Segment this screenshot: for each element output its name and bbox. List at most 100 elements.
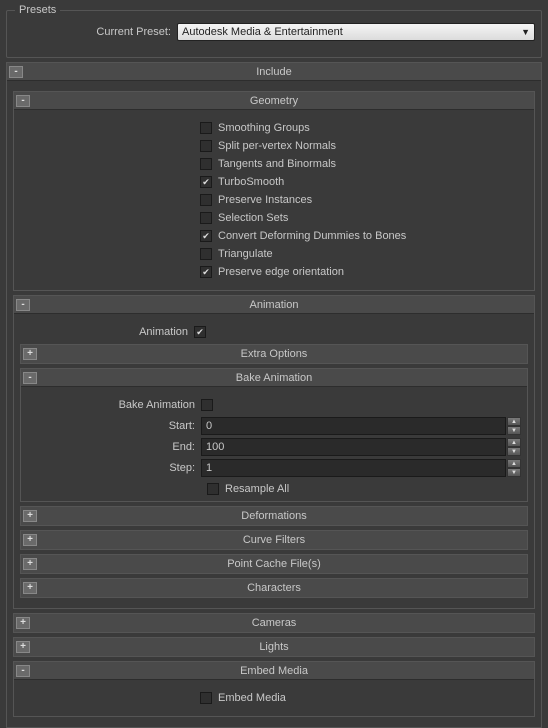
geometry-option-label: Split per-vertex Normals [212, 140, 336, 152]
geometry-option-row: Smoothing Groups [20, 122, 528, 134]
geometry-checkbox[interactable] [200, 122, 212, 134]
step-input[interactable]: 1 [201, 459, 506, 477]
geometry-option-label: Convert Deforming Dummies to Bones [212, 230, 406, 242]
embed-media-title: Embed Media [14, 665, 534, 677]
include-title: Include [7, 66, 541, 78]
geometry-option-label: Tangents and Binormals [212, 158, 336, 170]
geometry-checkbox[interactable] [200, 140, 212, 152]
collapse-toggle[interactable]: - [16, 665, 30, 677]
animation-checkbox-label: Animation [20, 326, 194, 338]
point-cache-rollout: + Point Cache File(s) [20, 554, 528, 574]
include-header[interactable]: - Include [7, 63, 541, 81]
geometry-header[interactable]: - Geometry [14, 92, 534, 110]
expand-toggle[interactable]: + [23, 558, 37, 570]
spinner-down-icon[interactable]: ▼ [507, 426, 521, 435]
cameras-header[interactable]: + Cameras [14, 614, 534, 632]
animation-header[interactable]: - Animation [14, 296, 534, 314]
geometry-option-row: Preserve Instances [20, 194, 528, 206]
embed-media-label: Embed Media [212, 692, 286, 704]
geometry-option-label: Selection Sets [212, 212, 288, 224]
presets-legend: Presets [15, 4, 60, 16]
geometry-option-label: Preserve edge orientation [212, 266, 344, 278]
curve-filters-header[interactable]: + Curve Filters [21, 531, 527, 549]
extra-options-title: Extra Options [21, 348, 527, 360]
geometry-option-row: Triangulate [20, 248, 528, 260]
spinner-up-icon[interactable]: ▲ [507, 417, 521, 426]
extra-options-header[interactable]: + Extra Options [21, 345, 527, 363]
spinner-down-icon[interactable]: ▼ [507, 447, 521, 456]
point-cache-title: Point Cache File(s) [21, 558, 527, 570]
geometry-checkbox[interactable] [200, 212, 212, 224]
lights-header[interactable]: + Lights [14, 638, 534, 656]
resample-all-label: Resample All [219, 483, 289, 495]
geometry-checkbox[interactable] [200, 266, 212, 278]
current-preset-dropdown[interactable]: Autodesk Media & Entertainment ▼ [177, 23, 535, 41]
extra-options-rollout: + Extra Options [20, 344, 528, 364]
geometry-option-row: Convert Deforming Dummies to Bones [20, 230, 528, 242]
animation-rollout: - Animation Animation + Extra Options [13, 295, 535, 609]
characters-title: Characters [21, 582, 527, 594]
cameras-title: Cameras [14, 617, 534, 629]
end-input[interactable]: 100 [201, 438, 506, 456]
collapse-toggle[interactable]: - [9, 66, 23, 78]
chevron-down-icon: ▼ [521, 27, 530, 37]
presets-fieldset: Presets Current Preset: Autodesk Media &… [6, 10, 542, 58]
embed-media-rollout: - Embed Media Embed Media [13, 661, 535, 717]
geometry-checkbox[interactable] [200, 194, 212, 206]
bake-animation-header[interactable]: - Bake Animation [21, 369, 527, 387]
bake-animation-rollout: - Bake Animation Bake Animation Start: 0 [20, 368, 528, 502]
animation-title: Animation [14, 299, 534, 311]
geometry-option-label: TurboSmooth [212, 176, 284, 188]
expand-toggle[interactable]: + [16, 617, 30, 629]
geometry-option-row: Preserve edge orientation [20, 266, 528, 278]
characters-header[interactable]: + Characters [21, 579, 527, 597]
bake-animation-title: Bake Animation [21, 372, 527, 384]
expand-toggle[interactable]: + [23, 510, 37, 522]
geometry-option-label: Preserve Instances [212, 194, 312, 206]
collapse-toggle[interactable]: - [16, 299, 30, 311]
bake-animation-label: Bake Animation [27, 399, 201, 411]
geometry-option-row: Selection Sets [20, 212, 528, 224]
embed-media-header[interactable]: - Embed Media [14, 662, 534, 680]
lights-rollout: + Lights [13, 637, 535, 657]
geometry-option-label: Triangulate [212, 248, 273, 260]
bake-animation-checkbox[interactable] [201, 399, 213, 411]
expand-toggle[interactable]: + [16, 641, 30, 653]
collapse-toggle[interactable]: - [16, 95, 30, 107]
cameras-rollout: + Cameras [13, 613, 535, 633]
include-rollout: - Include - Geometry Smoothing Groups Spl… [6, 62, 542, 728]
geometry-rollout: - Geometry Smoothing Groups Split per-ver… [13, 91, 535, 291]
end-label: End: [27, 441, 201, 453]
geometry-option-row: Tangents and Binormals [20, 158, 528, 170]
resample-all-checkbox[interactable] [207, 483, 219, 495]
curve-filters-title: Curve Filters [21, 534, 527, 546]
embed-media-checkbox[interactable] [200, 692, 212, 704]
lights-title: Lights [14, 641, 534, 653]
current-preset-label: Current Preset: [13, 26, 177, 38]
animation-checkbox[interactable] [194, 326, 206, 338]
geometry-option-label: Smoothing Groups [212, 122, 310, 134]
spinner-up-icon[interactable]: ▲ [507, 459, 521, 468]
expand-toggle[interactable]: + [23, 582, 37, 594]
geometry-option-row: Split per-vertex Normals [20, 140, 528, 152]
geometry-checkbox[interactable] [200, 158, 212, 170]
geometry-checkbox[interactable] [200, 248, 212, 260]
geometry-checkbox[interactable] [200, 176, 212, 188]
spinner-up-icon[interactable]: ▲ [507, 438, 521, 447]
geometry-title: Geometry [14, 95, 534, 107]
geometry-option-row: TurboSmooth [20, 176, 528, 188]
deformations-header[interactable]: + Deformations [21, 507, 527, 525]
expand-toggle[interactable]: + [23, 534, 37, 546]
expand-toggle[interactable]: + [23, 348, 37, 360]
deformations-title: Deformations [21, 510, 527, 522]
point-cache-header[interactable]: + Point Cache File(s) [21, 555, 527, 573]
geometry-checkbox[interactable] [200, 230, 212, 242]
deformations-rollout: + Deformations [20, 506, 528, 526]
start-label: Start: [27, 420, 201, 432]
collapse-toggle[interactable]: - [23, 372, 37, 384]
characters-rollout: + Characters [20, 578, 528, 598]
curve-filters-rollout: + Curve Filters [20, 530, 528, 550]
start-input[interactable]: 0 [201, 417, 506, 435]
spinner-down-icon[interactable]: ▼ [507, 468, 521, 477]
current-preset-value: Autodesk Media & Entertainment [182, 26, 521, 38]
